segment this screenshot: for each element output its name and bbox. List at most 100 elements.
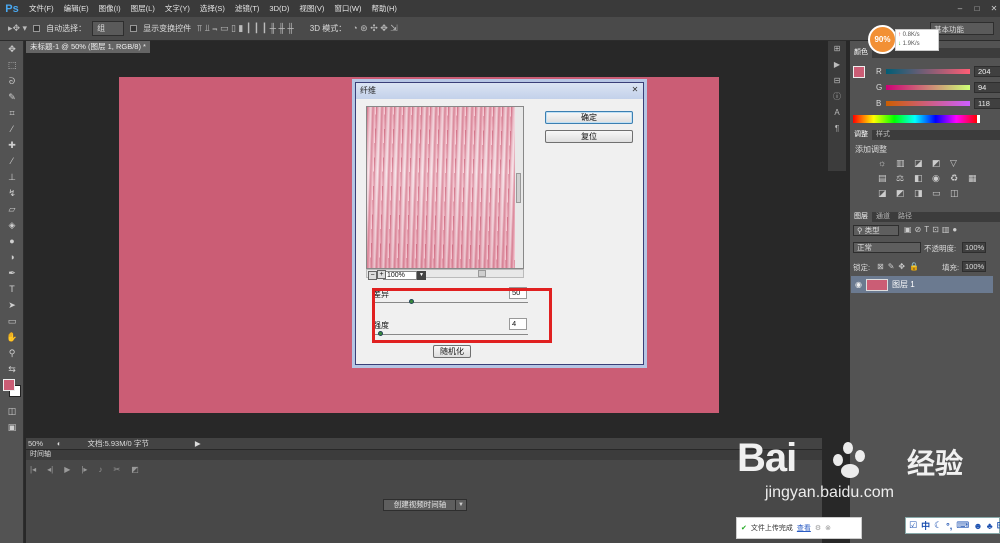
brightness-icon[interactable]: ☼ <box>878 158 892 169</box>
mixer-icon[interactable]: ♻ <box>950 173 964 184</box>
tab-paths[interactable]: 路径 <box>894 212 916 222</box>
show-transform-checkbox[interactable] <box>130 25 138 32</box>
layer-filter-dropdown[interactable]: ⚲ 类型 <box>853 225 899 236</box>
zoom-out-icon[interactable]: − <box>368 271 377 280</box>
menu-3d[interactable]: 3D(D) <box>264 4 294 13</box>
healing-icon[interactable]: ✚ <box>0 137 24 153</box>
crop-icon[interactable]: ⌗ <box>0 105 24 121</box>
posterize-icon[interactable]: ◩ <box>896 188 910 199</box>
layer-row[interactable]: ◉ 图层 1 <box>851 276 993 293</box>
ime-keyboard-icon[interactable]: ⌨ <box>956 520 969 531</box>
preview-hscroll-thumb[interactable] <box>478 270 486 277</box>
tab-styles[interactable]: 样式 <box>872 130 894 140</box>
actions-panel-icon[interactable]: ▶ <box>828 57 846 73</box>
menu-image[interactable]: 图像(I) <box>94 3 126 14</box>
paint-bucket-icon[interactable]: ◈ <box>0 217 24 233</box>
blur-icon[interactable]: ● <box>0 233 24 249</box>
menu-select[interactable]: 选择(S) <box>195 3 230 14</box>
color-spectrum[interactable] <box>853 115 977 123</box>
b-slider[interactable] <box>886 101 970 106</box>
spectrum-white[interactable] <box>977 115 980 123</box>
toast-view-link[interactable]: 查看 <box>797 523 811 533</box>
timeline-tab[interactable]: 时间轴 <box>26 450 822 460</box>
menu-file[interactable]: 文件(F) <box>24 3 59 14</box>
character-panel-icon[interactable]: A <box>828 105 846 121</box>
eraser-icon[interactable]: ▱ <box>0 201 24 217</box>
document-tab[interactable]: 未标题-1 @ 50% (图层 1, RGB/8) * <box>26 41 150 53</box>
info-panel-icon[interactable]: ⓘ <box>828 89 846 105</box>
lasso-icon[interactable]: ᘐ <box>0 73 24 89</box>
ime-punct-icon[interactable]: °, <box>946 521 952 531</box>
r-slider[interactable] <box>886 69 970 74</box>
g-slider[interactable] <box>886 85 970 90</box>
brush-icon[interactable]: ⁄ <box>0 153 24 169</box>
quick-mask-icon[interactable]: ◫ <box>0 403 24 419</box>
menu-type[interactable]: 文字(Y) <box>160 3 195 14</box>
type-icon[interactable]: T <box>0 281 24 297</box>
audio-icon[interactable]: ♪ <box>98 465 102 474</box>
menu-layer[interactable]: 图层(L) <box>126 3 160 14</box>
layer-filter-icons[interactable]: ▣⊘T⊡▥● <box>904 225 960 234</box>
timeline-dropdown-icon[interactable]: ▼ <box>455 499 467 511</box>
hue-icon[interactable]: ▤ <box>878 173 892 184</box>
default-colors-icon[interactable]: ⇆ <box>0 361 24 377</box>
tab-layers[interactable]: 图层 <box>850 212 872 222</box>
menu-edit[interactable]: 编辑(E) <box>59 3 94 14</box>
menu-window[interactable]: 窗口(W) <box>329 3 366 14</box>
hand-icon[interactable]: ✋ <box>0 329 24 345</box>
ime-check-icon[interactable]: ☑ <box>909 520 917 531</box>
r-value[interactable]: 204 <box>974 66 1000 77</box>
transition-icon[interactable]: ◩ <box>131 465 139 474</box>
status-menu-icon[interactable]: ▶ <box>195 439 201 448</box>
tab-channels[interactable]: 通道 <box>872 212 894 222</box>
eyedropper-icon[interactable]: ⁄ <box>0 121 24 137</box>
align-icons[interactable]: ⫪ ⫫ ⫬ ▭ ▯ ▮ ┃ ┃ ┃ ╫ ╫ ╫ <box>197 23 294 34</box>
randomize-button[interactable]: 随机化 <box>433 345 471 358</box>
ime-lang[interactable]: 中 <box>921 519 930 532</box>
cut-icon[interactable]: ✂ <box>113 465 120 474</box>
gradient-map-icon[interactable]: ▭ <box>932 188 946 199</box>
ok-button[interactable]: 确定 <box>545 111 633 124</box>
auto-select-checkbox[interactable] <box>33 25 41 32</box>
zoom-dropdown-icon[interactable]: ▼ <box>417 271 426 280</box>
lookup-icon[interactable]: ▦ <box>968 173 982 184</box>
balance-icon[interactable]: ⚖ <box>896 173 910 184</box>
prev-frame-icon[interactable]: ◂| <box>47 465 53 474</box>
threshold-icon[interactable]: ◨ <box>914 188 928 199</box>
screen-mode-icon[interactable]: ▣ <box>0 419 24 435</box>
b-value[interactable]: 118 <box>974 98 1000 109</box>
zoom-in-icon[interactable]: + <box>377 270 386 279</box>
foreground-color-swatch[interactable] <box>853 66 865 78</box>
mode3d-icons[interactable]: ◔ ⊛ ✣ ✥ ⇲ <box>352 23 398 34</box>
maximize-icon[interactable]: □ <box>971 4 983 14</box>
layer-name[interactable]: 图层 1 <box>892 279 915 290</box>
g-value[interactable]: 94 <box>974 82 1000 93</box>
move-tool-icon[interactable]: ▸✥ ▾ <box>8 23 27 34</box>
tab-adjustments[interactable]: 调整 <box>850 130 872 140</box>
zoom-level[interactable]: 50% <box>28 439 43 448</box>
ime-moon-icon[interactable]: ☾ <box>934 520 942 531</box>
vibrance-icon[interactable]: ▽ <box>950 158 964 169</box>
stamp-icon[interactable]: ⊥ <box>0 169 24 185</box>
auto-select-dropdown[interactable]: 组 <box>92 21 125 36</box>
visibility-eye-icon[interactable]: ◉ <box>855 280 862 289</box>
dodge-icon[interactable]: ◑ <box>0 249 24 265</box>
bw-icon[interactable]: ◧ <box>914 173 928 184</box>
filter-preview[interactable] <box>366 106 524 269</box>
fill-input[interactable]: 100% <box>962 261 986 272</box>
exposure-icon[interactable]: ◩ <box>932 158 946 169</box>
next-frame-icon[interactable]: |▸ <box>81 465 87 474</box>
play-icon[interactable]: ▶ <box>64 465 70 474</box>
marquee-icon[interactable]: ⬚ <box>0 57 24 73</box>
photo-filter-icon[interactable]: ◉ <box>932 173 946 184</box>
menu-view[interactable]: 视图(V) <box>294 3 329 14</box>
history-brush-icon[interactable]: ↯ <box>0 185 24 201</box>
ime-shirt-icon[interactable]: ♣ <box>987 521 993 531</box>
shape-icon[interactable]: ▭ <box>0 313 24 329</box>
lock-icons[interactable]: ⊠✎✥🔒 <box>877 262 923 271</box>
opacity-input[interactable]: 100% <box>962 242 986 253</box>
paragraph-panel-icon[interactable]: ¶ <box>828 121 846 137</box>
first-frame-icon[interactable]: |◂ <box>30 465 36 474</box>
path-select-icon[interactable]: ➤ <box>0 297 24 313</box>
minimize-icon[interactable]: – <box>954 4 966 14</box>
